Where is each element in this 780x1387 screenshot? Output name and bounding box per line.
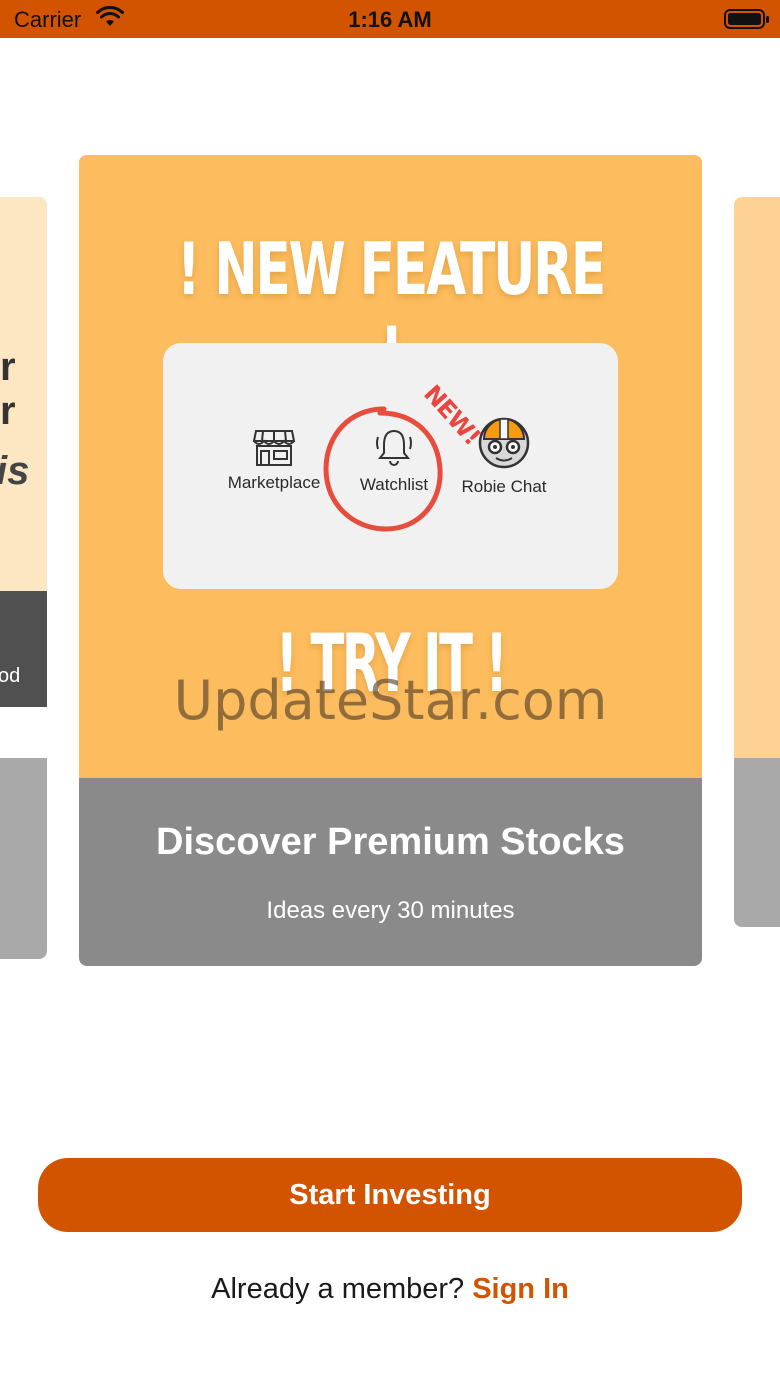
watermark: UpdateStar.com <box>173 669 608 732</box>
previous-slide-caption <box>0 758 47 959</box>
previous-slide-strip: od <box>0 591 47 707</box>
card-subtitle: Ideas every 30 minutes <box>266 897 515 924</box>
start-investing-button[interactable]: Start Investing <box>38 1158 742 1232</box>
signin-row: Already a member? Sign In <box>0 1273 780 1306</box>
next-slide-preview[interactable] <box>734 197 780 759</box>
sign-in-link[interactable]: Sign In <box>472 1273 569 1305</box>
previous-slide-preview[interactable]: r r is <box>0 197 47 591</box>
carousel-card[interactable]: ! NEW FEATURE ! Marketplace <box>79 155 702 966</box>
status-time: 1:16 AM <box>348 7 432 32</box>
status-bar: Carrier 1:16 AM <box>0 0 780 38</box>
card-title: Discover Premium Stocks <box>156 821 625 863</box>
feature-label: Marketplace <box>227 473 321 492</box>
peek-fragment: r <box>0 389 16 433</box>
member-prompt: Already a member? <box>211 1273 465 1305</box>
feature-label: Robie Chat <box>461 477 547 496</box>
next-slide-caption <box>734 758 780 927</box>
battery-icon <box>724 9 769 29</box>
peek-fragment: od <box>0 665 21 687</box>
peek-fragment: r <box>0 345 16 389</box>
peek-fragment: is <box>0 449 30 493</box>
highlight-circle-icon <box>323 406 443 532</box>
feature-banner: ! NEW FEATURE ! Marketplace <box>79 155 702 778</box>
feature-panel: Marketplace Watchlist Robie Chat NEW! <box>163 343 618 589</box>
storefront-icon <box>252 430 296 466</box>
feature-marketplace: Marketplace <box>219 427 329 493</box>
robot-icon <box>478 417 530 469</box>
